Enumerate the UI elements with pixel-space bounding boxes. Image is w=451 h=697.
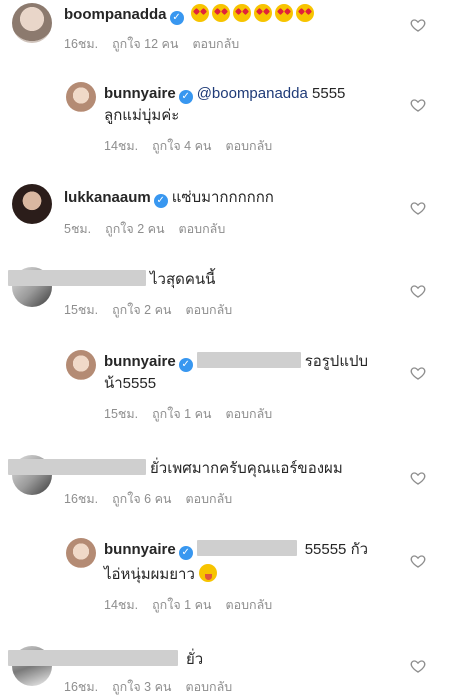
heart-eyes-emoji xyxy=(274,4,293,22)
comment-meta: 15ชม. ถูกใจ 2 คน ตอบกลับ xyxy=(64,300,246,320)
comment-time: 14ชม. xyxy=(104,139,139,153)
reply-button[interactable]: ตอบกลับ xyxy=(185,492,232,506)
redacted-username xyxy=(8,650,178,666)
username[interactable]: boompanadda xyxy=(64,6,167,23)
mention-link[interactable]: @boompanadda xyxy=(197,85,308,102)
comment-text: bunnyaire ✓ @boompanadda 5555 xyxy=(104,84,345,104)
avatar[interactable] xyxy=(12,3,52,43)
heart-eyes-emoji xyxy=(232,4,251,22)
reply-button[interactable]: ตอบกลับ xyxy=(185,303,232,317)
heart-eyes-emoji xyxy=(253,4,272,22)
comment-body: รอรูปแปบ xyxy=(304,353,369,370)
verified-badge-icon: ✓ xyxy=(178,358,193,372)
username[interactable]: lukkanaaum xyxy=(64,189,151,206)
username[interactable]: bunnyaire xyxy=(104,541,176,558)
comment-time: 16ชม. xyxy=(64,680,99,694)
comment-time: 16ชม. xyxy=(64,37,99,51)
comment-meta: 15ชม. ถูกใจ 1 คน ตอบกลับ xyxy=(104,404,286,424)
comment-body: ไวสุดคนนี้ xyxy=(150,271,216,288)
heart-outline-icon[interactable] xyxy=(410,283,426,299)
comment-text: lukkanaaum ✓ แซ่บมากกกกกก xyxy=(64,188,274,208)
username[interactable]: bunnyaire xyxy=(104,353,176,370)
heart-outline-icon[interactable] xyxy=(410,17,426,33)
avatar[interactable] xyxy=(66,350,96,380)
heart-outline-icon[interactable] xyxy=(410,470,426,486)
heart-eyes-emoji xyxy=(211,4,230,22)
avatar[interactable] xyxy=(12,184,52,224)
like-count[interactable]: ถูกใจ 6 คน xyxy=(112,492,171,506)
reply-button[interactable]: ตอบกลับ xyxy=(225,407,272,421)
verified-badge-icon: ✓ xyxy=(178,546,193,560)
comment-meta: 14ชม. ถูกใจ 4 คน ตอบกลับ xyxy=(104,136,286,156)
heart-outline-icon[interactable] xyxy=(410,97,426,113)
reply-button[interactable]: ตอบกลับ xyxy=(225,139,272,153)
comment-text: bunnyaire ✓ รอรูปแปบ xyxy=(104,352,368,372)
comment-body-line2: น้า5555 xyxy=(104,375,157,392)
comment-body-line2: ไอ่หนุ่มผมยาว xyxy=(104,566,195,583)
comment-text-line2: ไอ่หนุ่มผมยาว xyxy=(104,564,217,585)
reply-button[interactable]: ตอบกลับ xyxy=(192,37,239,51)
heart-outline-icon[interactable] xyxy=(410,553,426,569)
comment-text: ยั่ว xyxy=(8,650,203,670)
redacted-mention xyxy=(196,352,301,368)
comment-text: bunnyaire ✓ 55555 กัว xyxy=(104,540,368,560)
winking-tongue-emoji xyxy=(198,564,217,582)
comment-body-line2: ลูกแม่บุ่มค่ะ xyxy=(104,107,180,124)
comment-meta: 16ชม. ถูกใจ 3 คน ตอบกลับ xyxy=(64,677,246,697)
comment-text: ยั่วเพศมากครับคุณแอร์ของผม xyxy=(8,459,343,479)
like-count[interactable]: ถูกใจ 4 คน xyxy=(152,139,211,153)
verified-badge-icon: ✓ xyxy=(169,11,184,25)
comment-meta: 16ชม. ถูกใจ 12 คน ตอบกลับ xyxy=(64,34,253,54)
comment-body: แซ่บมากกกกกก xyxy=(171,189,274,206)
heart-outline-icon[interactable] xyxy=(410,365,426,381)
comment-body: 5555 xyxy=(307,85,346,102)
comment-meta: 5ชม. ถูกใจ 2 คน ตอบกลับ xyxy=(64,219,239,239)
like-count[interactable]: ถูกใจ 2 คน xyxy=(105,222,164,236)
comment-meta: 14ชม. ถูกใจ 1 คน ตอบกลับ xyxy=(104,595,286,615)
verified-badge-icon: ✓ xyxy=(153,194,168,208)
comment-text: boompanadda ✓ xyxy=(64,4,314,25)
like-count[interactable]: ถูกใจ 3 คน xyxy=(112,680,171,694)
comment-body: ยั่วเพศมากครับคุณแอร์ของผม xyxy=(150,460,343,477)
redacted-username xyxy=(8,270,146,286)
like-count[interactable]: ถูกใจ 12 คน xyxy=(112,37,178,51)
comment-time: 15ชม. xyxy=(64,303,99,317)
comment-meta: 16ชม. ถูกใจ 6 คน ตอบกลับ xyxy=(64,489,246,509)
comment-text: ไวสุดคนนี้ xyxy=(8,270,215,290)
avatar[interactable] xyxy=(66,538,96,568)
heart-eyes-emoji xyxy=(190,4,209,22)
redacted-username xyxy=(8,459,146,475)
heart-outline-icon[interactable] xyxy=(410,658,426,674)
heart-eyes-emoji xyxy=(295,4,314,22)
reply-button[interactable]: ตอบกลับ xyxy=(185,680,232,694)
reply-button[interactable]: ตอบกลับ xyxy=(179,222,226,236)
comment-time: 15ชม. xyxy=(104,407,139,421)
comment-time: 5ชม. xyxy=(64,222,92,236)
reply-button[interactable]: ตอบกลับ xyxy=(225,598,272,612)
verified-badge-icon: ✓ xyxy=(178,90,193,104)
like-count[interactable]: ถูกใจ 1 คน xyxy=(152,407,211,421)
redacted-mention xyxy=(196,540,297,556)
avatar[interactable] xyxy=(66,82,96,112)
username[interactable]: bunnyaire xyxy=(104,85,176,102)
like-count[interactable]: ถูกใจ 2 คน xyxy=(112,303,171,317)
comment-body: ยั่ว xyxy=(186,651,204,668)
comment-time: 16ชม. xyxy=(64,492,99,506)
like-count[interactable]: ถูกใจ 1 คน xyxy=(152,598,211,612)
comment-body: 55555 กัว xyxy=(304,541,369,558)
heart-outline-icon[interactable] xyxy=(410,200,426,216)
comment-time: 14ชม. xyxy=(104,598,139,612)
